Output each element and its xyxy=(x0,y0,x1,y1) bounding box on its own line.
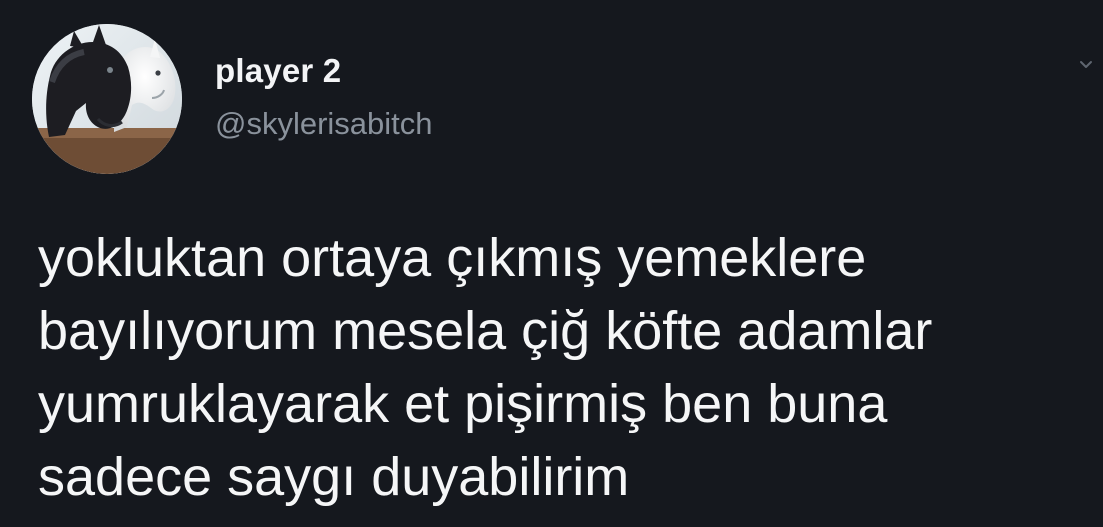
tweet-text: yokluktan ortaya çıkmış yemeklere bayılı… xyxy=(38,228,933,507)
horse-avatar-icon xyxy=(32,24,182,174)
avatar[interactable] xyxy=(32,24,182,174)
display-name[interactable]: player 2 xyxy=(215,54,341,87)
tweet-card: player 2 @skylerisabitch yokluktan ortay… xyxy=(0,0,1103,527)
user-handle[interactable]: @skylerisabitch xyxy=(215,108,433,139)
chevron-down-icon[interactable] xyxy=(1077,56,1095,74)
